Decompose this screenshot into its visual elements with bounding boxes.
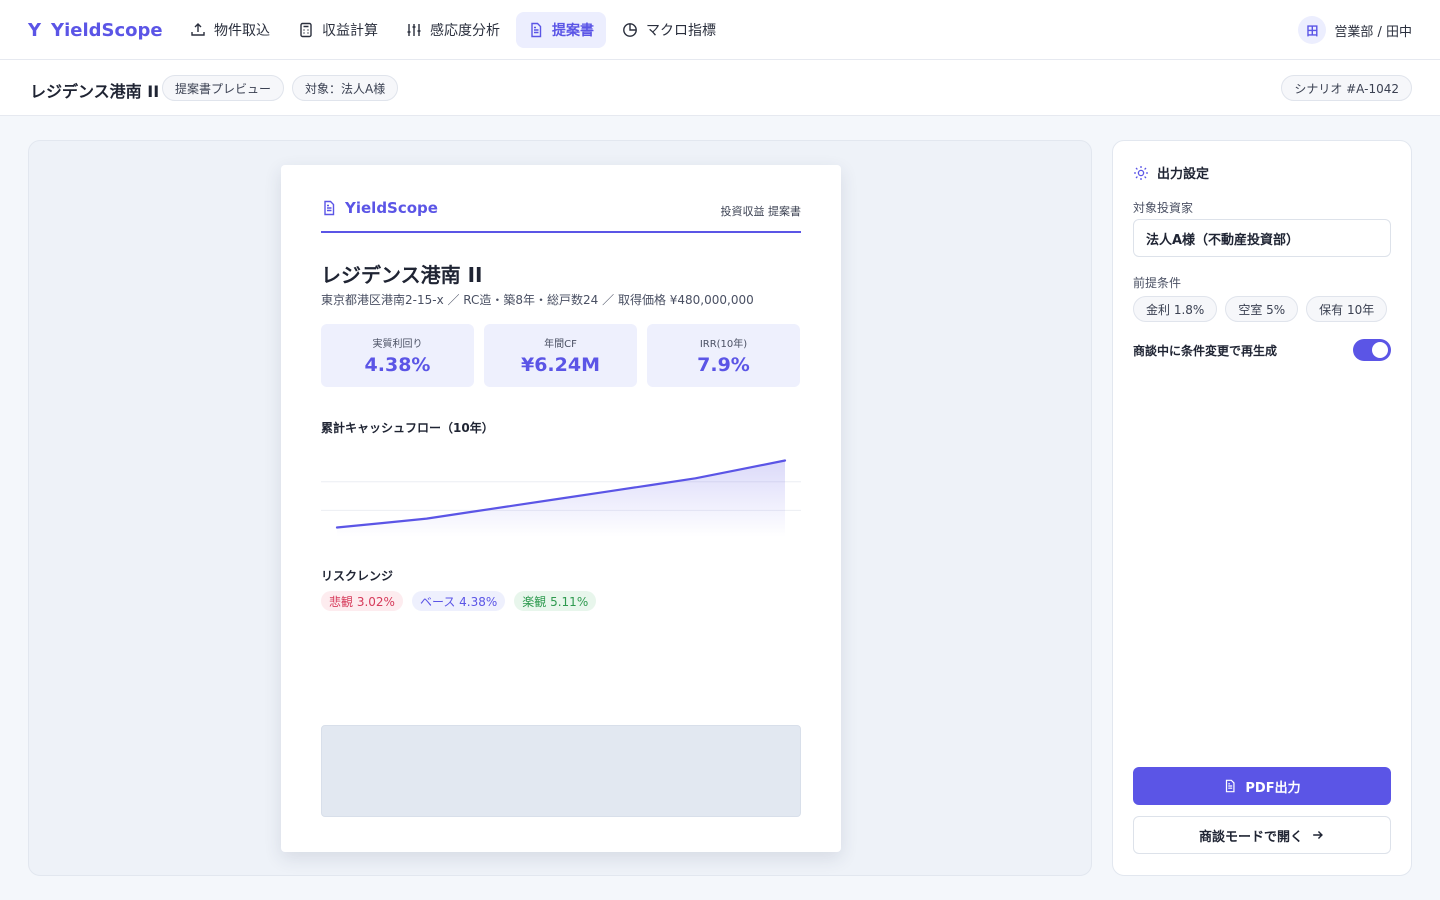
document-icon [1226, 779, 1235, 793]
target-badge: 対象：法人A様 [292, 75, 399, 101]
kpi-label: IRR(10年) [699, 339, 748, 350]
proposal-preview-area: YieldScope 投資収益 提案書 レジデンス港南 II 東京都港区港南2-… [28, 140, 1092, 876]
document-icon [531, 22, 542, 38]
document-footer-placeholder [321, 725, 801, 817]
tab-label: 収益計算 [322, 23, 378, 39]
cumulative-cashflow-chart [321, 459, 801, 537]
sun-settings-icon [1134, 165, 1148, 180]
kpi-net-yield: 実質利回り 4.38% [321, 324, 474, 387]
top-navigation: Y YieldScope 物件取込 収益計算 感応度分析 提案書 マクロ指標 田… [0, 0, 1440, 60]
chart-title: 累計キャッシュフロー（10年） [321, 421, 494, 435]
kpi-label: 年間CF [544, 339, 577, 350]
tab-proposal[interactable]: 提案書 [516, 12, 606, 48]
document-brand: YieldScope [321, 199, 438, 217]
meeting-mode-label: 商談モードで開く [1198, 829, 1303, 845]
risk-pessimistic-tag: 悲観 3.02% [321, 591, 403, 611]
property-name: レジデンス港南 II [321, 263, 483, 287]
app-name: YieldScope [51, 19, 163, 41]
arrow-right-icon [1313, 831, 1323, 839]
tab-label: マクロ指標 [646, 23, 716, 39]
kpi-value: 4.38% [364, 354, 431, 376]
pdf-export-label: PDF出力 [1245, 780, 1301, 796]
regenerate-toggle[interactable] [1353, 339, 1391, 361]
risk-range-tags: 悲観 3.02% ベース 4.38% 楽観 5.11% [321, 591, 597, 611]
avatar: 田 [1298, 16, 1327, 44]
kpi-value: 7.9% [697, 354, 750, 376]
tab-label: 提案書 [552, 23, 594, 39]
tab-import[interactable]: 物件取込 [178, 12, 282, 48]
upload-icon [191, 23, 205, 36]
risk-range-title: リスクレンジ [321, 569, 394, 583]
kpi-label: 実質利回り [372, 339, 423, 350]
property-address: 東京都港区港南2-15-x ／ RC造・築8年・総戸数24 ／ 取得価格 ¥48… [321, 293, 754, 307]
risk-base-tag: ベース 4.38% [411, 591, 506, 611]
document-icon [324, 200, 335, 216]
investor-input[interactable] [1133, 219, 1391, 257]
panel-title-text: 出力設定 [1157, 167, 1210, 182]
regenerate-label: 商談中に条件変更で再生成 [1133, 343, 1278, 358]
open-meeting-mode-button[interactable]: 商談モードで開く [1133, 816, 1391, 854]
scenario-badge[interactable]: シナリオ #A-1042 [1281, 75, 1412, 101]
calculator-icon [300, 22, 312, 38]
condition-chip-holding[interactable]: 保有 10年 [1306, 296, 1388, 322]
sliders-icon [407, 24, 421, 36]
preview-badge: 提案書プレビュー [162, 75, 285, 101]
panel-title: 出力設定 [1133, 163, 1209, 182]
app-logo: Y [28, 19, 42, 41]
main-tabs: 物件取込 収益計算 感応度分析 提案書 マクロ指標 [178, 12, 728, 48]
investor-label: 対象投資家 [1133, 201, 1194, 215]
document-header: YieldScope 投資収益 提案書 [321, 199, 801, 233]
page-title: レジデンス港南 II [30, 82, 160, 101]
kpi-annual-cf: 年間CF ¥6.24M [484, 324, 637, 387]
app-brand[interactable]: Y YieldScope [28, 0, 163, 60]
condition-chip-interest[interactable]: 金利 1.8% [1133, 296, 1218, 322]
proposal-document: YieldScope 投資収益 提案書 レジデンス港南 II 東京都港区港南2-… [281, 165, 841, 852]
tab-yield-calc[interactable]: 収益計算 [286, 12, 390, 48]
tab-macro[interactable]: マクロ指標 [610, 12, 728, 48]
risk-optimistic-tag: 楽観 5.11% [514, 591, 597, 611]
user-menu[interactable]: 田 営業部 / 田中 [1298, 16, 1412, 44]
condition-chips: 金利 1.8% 空室 5% 保有 10年 [1133, 296, 1388, 322]
output-settings-panel: 出力設定 対象投資家 前提条件 金利 1.8% 空室 5% 保有 10年 商談中… [1112, 140, 1412, 876]
user-label: 営業部 / 田中 [1334, 24, 1412, 40]
regenerate-setting: 商談中に条件変更で再生成 [1133, 339, 1391, 361]
sub-header: レジデンス港南 II 提案書プレビュー 対象：法人A様 シナリオ #A-1042 [0, 60, 1440, 116]
kpi-irr: IRR(10年) 7.9% [647, 324, 800, 387]
toggle-knob [1372, 342, 1388, 358]
tab-sensitivity[interactable]: 感応度分析 [394, 12, 512, 48]
pie-chart-icon [623, 23, 637, 37]
document-type-label: 投資収益 提案書 [720, 205, 802, 218]
kpi-cards: 実質利回り 4.38% 年間CF ¥6.24M IRR(10年) 7.9% [321, 324, 800, 387]
tab-label: 感応度分析 [430, 23, 500, 39]
condition-chip-vacancy[interactable]: 空室 5% [1225, 296, 1299, 322]
pdf-export-button[interactable]: PDF出力 [1133, 767, 1391, 805]
tab-label: 物件取込 [214, 23, 270, 39]
kpi-value: ¥6.24M [520, 354, 600, 376]
conditions-label: 前提条件 [1133, 276, 1182, 290]
document-brand-name: YieldScope [345, 199, 438, 217]
